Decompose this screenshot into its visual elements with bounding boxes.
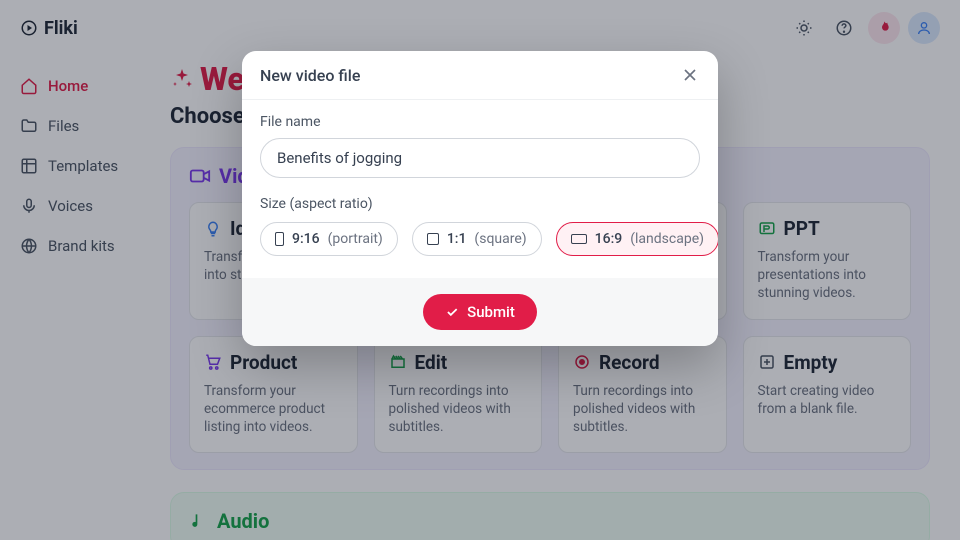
aspect-portrait[interactable]: 9:16 (portrait) — [260, 222, 398, 256]
aspect-landscape[interactable]: 16:9 (landscape) — [556, 222, 718, 256]
aspect-square[interactable]: 1:1 (square) — [412, 222, 542, 256]
portrait-icon — [275, 232, 284, 246]
aspect-hint: (square) — [474, 231, 526, 247]
aspect-ratio-label: 16:9 — [595, 231, 623, 247]
new-video-modal: New video file File name Size (aspect ra… — [242, 51, 718, 346]
aspect-ratio-label: 9:16 — [292, 231, 320, 247]
aspect-ratio-label: 1:1 — [447, 231, 467, 247]
modal-footer: Submit — [242, 278, 718, 346]
aspect-hint: (portrait) — [328, 231, 383, 247]
modal-title: New video file — [260, 66, 360, 85]
square-icon — [427, 233, 439, 245]
file-name-label: File name — [260, 114, 700, 130]
landscape-icon — [571, 234, 587, 244]
modal-header: New video file — [242, 51, 718, 100]
close-icon[interactable] — [680, 65, 700, 85]
aspect-hint: (landscape) — [630, 231, 704, 247]
aspect-ratio-group: 9:16 (portrait) 1:1 (square) 16:9 (lands… — [260, 222, 700, 256]
submit-label: Submit — [467, 303, 515, 321]
check-icon — [445, 305, 459, 319]
size-label: Size (aspect ratio) — [260, 196, 700, 212]
file-name-input[interactable] — [260, 138, 700, 178]
submit-button[interactable]: Submit — [423, 294, 537, 330]
